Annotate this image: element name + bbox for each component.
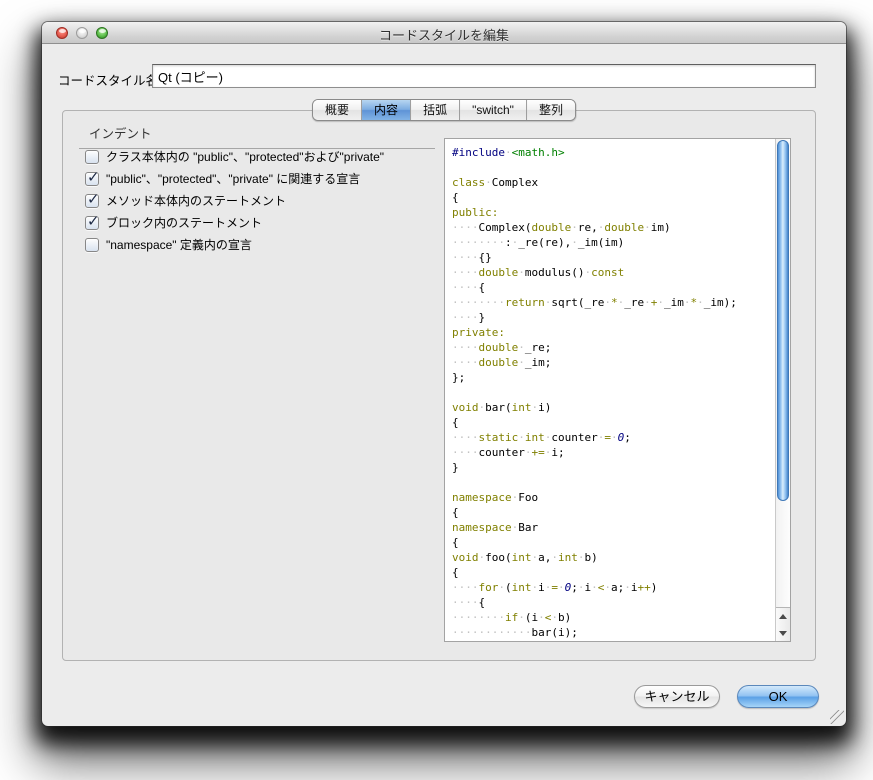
code-style-name-input[interactable] — [152, 64, 816, 88]
code-preview: #include·<math.h> class·Complex{public:·… — [444, 138, 791, 642]
code-pane: #include·<math.h> class·Complex{public:·… — [445, 139, 775, 641]
code-line: namespace·Foo — [452, 490, 775, 505]
code-line: ····static·int·counter·=·0; — [452, 430, 775, 445]
code-style-name-label: コードスタイル名: — [58, 70, 161, 89]
code-line: ····} — [452, 310, 775, 325]
code-line: ········return·sqrt(_re·*·_re·+·_im·*·_i… — [452, 295, 775, 310]
code-line: ········:·_re(re),·_im(im) — [452, 235, 775, 250]
indent-group-title: インデント — [89, 127, 152, 141]
code-line: { — [452, 565, 775, 580]
indent-checkbox-row-0[interactable]: クラス本体内の "public"、"protected"および"private" — [85, 149, 384, 164]
code-line: { — [452, 415, 775, 430]
code-line: void·bar(int·i) — [452, 400, 775, 415]
scroll-down-button[interactable] — [776, 625, 790, 642]
code-line — [452, 385, 775, 400]
code-line: ····for·(int·i·=·0;·i·<·a;·i++) — [452, 580, 775, 595]
indent-group-header: インデント — [79, 123, 435, 149]
code-line: class·Complex — [452, 175, 775, 190]
code-line — [452, 160, 775, 175]
code-line: ····double·_im; — [452, 355, 775, 370]
code-line: ····{ — [452, 280, 775, 295]
code-line: }; — [452, 370, 775, 385]
code-line: namespace·Bar — [452, 520, 775, 535]
checkbox-label: ブロック内のステートメント — [106, 214, 262, 231]
vertical-scrollbar[interactable] — [775, 139, 790, 641]
tab-overview[interactable]: 概要 — [313, 100, 361, 120]
tab-switch[interactable]: "switch" — [459, 100, 526, 120]
tab-page-frame: インデント クラス本体内の "public"、"protected"および"pr… — [62, 110, 816, 661]
checkbox-label: メソッド本体内のステートメント — [106, 192, 286, 209]
code-line — [452, 475, 775, 490]
code-line: ····counter·+=·i; — [452, 445, 775, 460]
code-line: ····double·modulus()·const — [452, 265, 775, 280]
checkbox-unchecked[interactable] — [85, 150, 99, 164]
checkbox-checked[interactable] — [85, 194, 99, 208]
code-line: { — [452, 505, 775, 520]
code-line: { — [452, 535, 775, 550]
resize-grip[interactable] — [830, 710, 844, 724]
code-line: void·foo(int·a,·int·b) — [452, 550, 775, 565]
indent-checkbox-row-2[interactable]: メソッド本体内のステートメント — [85, 193, 384, 208]
scrollbar-arrows — [776, 607, 790, 641]
code-line: } — [452, 460, 775, 475]
indent-checkbox-list: クラス本体内の "public"、"protected"および"private"… — [85, 149, 384, 252]
scrollbar-thumb[interactable] — [777, 140, 789, 501]
edit-code-style-dialog: コードスタイルを編集 コードスタイル名: 概要内容括弧"switch"整列 イン… — [42, 22, 846, 726]
checkbox-label: "namespace" 定義内の宣言 — [106, 236, 252, 253]
arrow-up-icon — [779, 614, 787, 619]
code-line: private: — [452, 325, 775, 340]
ok-button[interactable]: OK — [737, 685, 819, 708]
window-title: コードスタイルを編集 — [42, 25, 846, 44]
indent-checkbox-row-1[interactable]: "public"、"protected"、"private" に関連する宣言 — [85, 171, 384, 186]
checkbox-checked[interactable] — [85, 216, 99, 230]
code-line: ············bar(i); — [452, 625, 775, 640]
checkbox-label: クラス本体内の "public"、"protected"および"private" — [106, 148, 384, 165]
indent-checkbox-row-4[interactable]: "namespace" 定義内の宣言 — [85, 237, 384, 252]
code-line: ····double·_re; — [452, 340, 775, 355]
tab-alignment[interactable]: 整列 — [526, 100, 575, 120]
checkbox-label: "public"、"protected"、"private" に関連する宣言 — [106, 170, 360, 187]
tab-bar: 概要内容括弧"switch"整列 — [312, 99, 576, 121]
code-line: ····{ — [452, 595, 775, 610]
code-line: ····{} — [452, 250, 775, 265]
checkbox-checked[interactable] — [85, 172, 99, 186]
title-bar[interactable]: コードスタイルを編集 — [42, 22, 846, 44]
checkbox-unchecked[interactable] — [85, 238, 99, 252]
cancel-button[interactable]: キャンセル — [634, 685, 720, 708]
code-line: ········} — [452, 640, 775, 641]
code-line: { — [452, 190, 775, 205]
tab-content[interactable]: 内容 — [361, 100, 410, 120]
code-line: public: — [452, 205, 775, 220]
code-line: #include·<math.h> — [452, 145, 775, 160]
indent-checkbox-row-3[interactable]: ブロック内のステートメント — [85, 215, 384, 230]
code-line: ····Complex(double·re,·double·im) — [452, 220, 775, 235]
tab-brackets[interactable]: 括弧 — [410, 100, 459, 120]
code-line: ········if·(i·<·b) — [452, 610, 775, 625]
scroll-up-button[interactable] — [776, 608, 790, 625]
arrow-down-icon — [779, 631, 787, 636]
